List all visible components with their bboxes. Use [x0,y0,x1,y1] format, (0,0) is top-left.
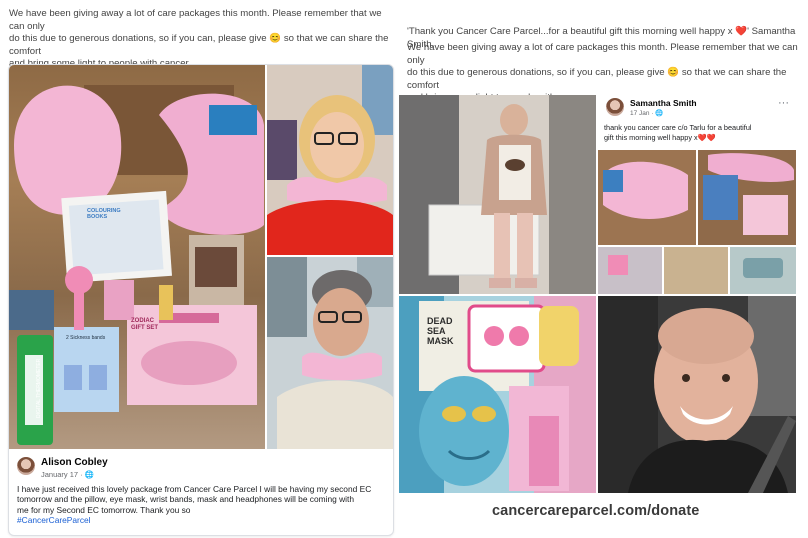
more-options-icon[interactable]: ··· [778,97,789,109]
selfie-neck-pillow-illustration [267,257,393,449]
left-intro-line: do this due to generous donations, so if… [9,33,389,57]
hashtag-link[interactable]: #CancerCareParcel [17,515,389,525]
left-intro-text: We have been giving away a lot of care p… [9,8,399,71]
inner-post-author[interactable]: Samantha Smith [630,98,697,108]
post-body-line: I have just received this lovely package… [17,484,372,494]
selfie-red-top-photo [267,65,393,255]
post-body-line: me for my Second EC tomorrow. Thank you … [17,504,191,515]
avatar[interactable] [17,457,35,475]
colouring-books-label: COLOURING BOOKS [87,208,121,220]
care-package-photo: COLOURING BOOKS ZODIAC GIFT SET 2 Sickne… [9,65,265,449]
inner-post-text: thank you cancer care c/o Tarlu for a be… [604,123,794,142]
sickness-bands-label: 2 Sickness bands [66,335,106,341]
standing-woman-photo [399,95,596,294]
smiling-woman-photo [598,296,796,493]
post-body-text: I have just received this lovely package… [17,484,389,526]
avatar[interactable] [606,98,624,116]
selfie-neck-pillow-photo [267,257,393,449]
inner-post-photo-grid [598,150,796,294]
inner-post-line: thank you cancer care c/o Tarlu for a be… [604,123,752,132]
zodiac-gift-set-label: ZODIAC GIFT SET [131,318,158,331]
post-body-line: tomorrow and the pillow, eye mask, wrist… [17,494,355,505]
post-date[interactable]: January 17 · 🌐 [41,470,94,479]
left-facebook-post: COLOURING BOOKS ZODIAC GIFT SET 2 Sickne… [8,64,394,536]
selfie-red-top-illustration [267,65,393,255]
embedded-post-screenshot: Samantha Smith 17 Jan · 🌐 ··· thank you … [598,95,796,294]
standing-woman-illustration [399,95,596,294]
right-intro-line: do this due to generous donations, so if… [407,67,787,91]
thermometer-label: DIGITAL THERMOMETER [36,358,42,418]
mask-packet-label: DEAD SEA MASK [427,316,454,346]
inner-post-line: gift this morning well happy x❤️❤️ [604,132,716,142]
donate-url[interactable]: cancercareparcel.com/donate [492,503,699,519]
left-intro-line: We have been giving away a lot of care p… [9,8,382,32]
smiling-woman-illustration [598,296,796,493]
care-package-illustration [9,85,264,445]
face-mask-photo: DEAD SEA MASK [399,296,596,493]
post-author-name[interactable]: Alison Cobley [41,457,108,468]
right-intro-line: We have been giving away a lot of care p… [407,42,798,66]
inner-post-date: 17 Jan · 🌐 [630,110,664,117]
